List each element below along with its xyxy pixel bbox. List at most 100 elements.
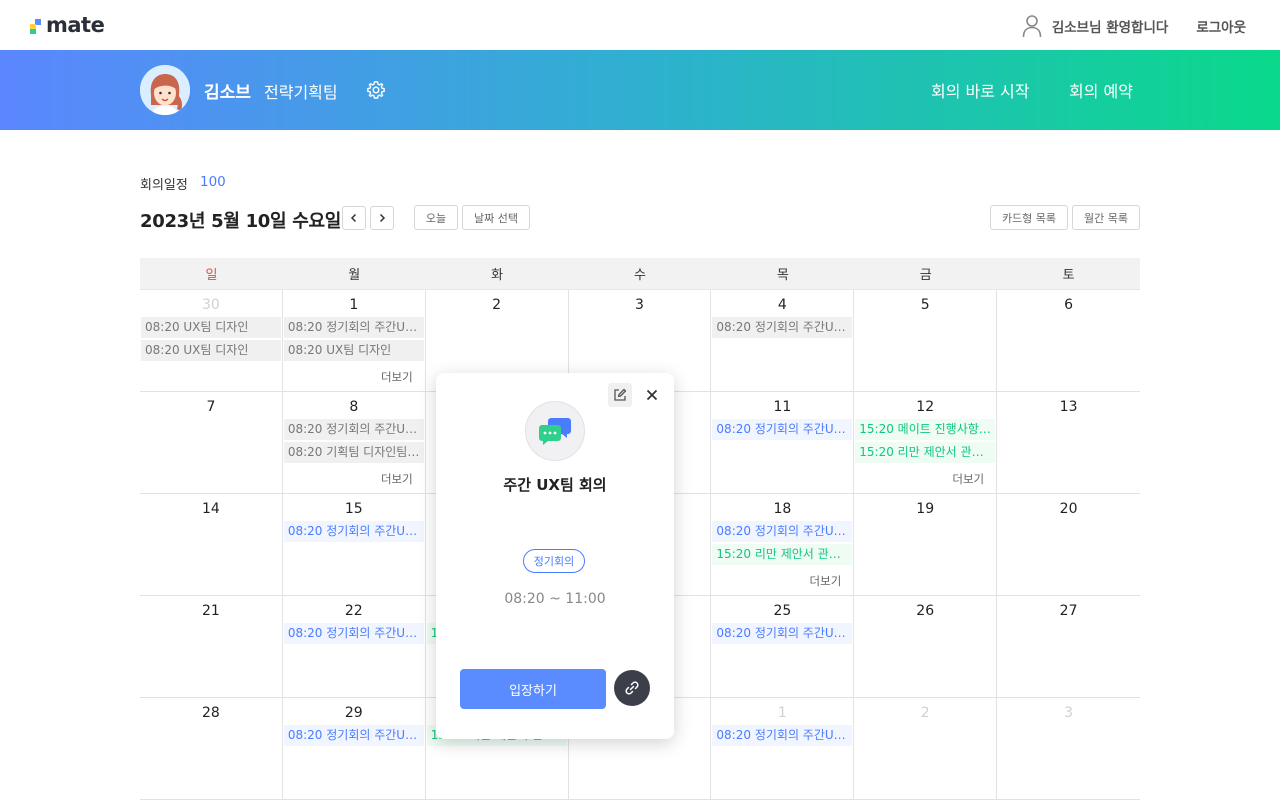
calendar-day-cell[interactable]: 14	[140, 494, 283, 596]
weekday-tue: 화	[491, 268, 504, 283]
pick-date-button[interactable]: 날짜 선택	[462, 205, 530, 230]
calendar-day-cell[interactable]: 4 08:20 정기회의 주간UX팀 회의	[711, 290, 855, 392]
day-number: 6	[1064, 297, 1074, 313]
calendar-event[interactable]: 08:20 정기회의 주간UX팀 회의	[283, 419, 424, 440]
calendar-day-cell[interactable]: 5	[854, 290, 998, 392]
calendar-event[interactable]: 15:20 리만 제안서 관련 회의	[712, 544, 853, 565]
calendar-day-cell[interactable]: 30 08:20 UX팀 디자인 08:20 UX팀 디자인	[140, 290, 283, 392]
card-list-button[interactable]: 카드형 목록	[990, 205, 1068, 230]
mate-logo[interactable]: mate	[30, 13, 105, 37]
calendar-day-cell[interactable]: 22 08:20 정기회의 주간UX팀 회의	[282, 596, 426, 698]
calendar-event[interactable]: 08:20 정기회의 주간UX팀 회의	[283, 317, 424, 338]
day-number: 1	[349, 297, 359, 313]
calendar-day-cell[interactable]: 28	[140, 698, 283, 800]
calendar-event[interactable]: 08:20 기획팀 디자인팀 회의	[283, 442, 424, 463]
calendar-day-cell[interactable]: 15 08:20 정기회의 주간UX팀 회의	[282, 494, 426, 596]
calendar-day-cell[interactable]: 1 08:20 정기회의 주간UX팀 회의	[711, 698, 855, 800]
enter-meeting-button[interactable]: 입장하기	[460, 669, 606, 709]
calendar-event[interactable]: 08:20 정기회의 주간UX팀 회의	[283, 725, 424, 746]
copy-link-button[interactable]	[614, 670, 650, 706]
weekday-wed: 수	[634, 268, 646, 283]
calendar-day-cell[interactable]: 3	[997, 698, 1140, 800]
calendar-event[interactable]: 08:20 UX팀 디자인	[283, 340, 424, 361]
day-number: 12	[916, 399, 935, 415]
profile-banner: 김소브 전략기획팀 회의 바로 시작 회의 예약	[0, 50, 1280, 130]
day-number: 20	[1059, 501, 1078, 517]
calendar-day-cell[interactable]: 29 08:20 정기회의 주간UX팀 회의	[282, 698, 426, 800]
close-icon	[646, 389, 658, 401]
calendar-day-cell[interactable]: 19	[854, 494, 998, 596]
today-button[interactable]: 오늘	[414, 205, 458, 230]
calendar-day-cell[interactable]: 25 08:20 정기회의 주간UX팀 회의	[711, 596, 855, 698]
user-name: 김소브	[204, 83, 251, 103]
meeting-popup: 주간 UX팀 회의 정기회의 08:20 ~ 11:00 입장하기	[436, 373, 674, 739]
calendar-day-cell[interactable]: 26	[854, 596, 998, 698]
user-icon	[1022, 15, 1042, 38]
calendar-day-cell[interactable]: 12 15:20 메이트 진행사항 공유 15:20 리만 제안서 관련 회의더보기	[854, 392, 998, 494]
weekday-mon: 월	[348, 268, 361, 283]
user-area: 김소브님 환영합니다 로그아웃	[1022, 13, 1246, 39]
prev-day-button[interactable]	[342, 206, 366, 230]
calendar-event[interactable]: 08:20 UX팀 디자인	[141, 340, 281, 361]
month-list-button[interactable]: 월간 목록	[1072, 205, 1140, 230]
day-number: 2	[492, 297, 502, 313]
calendar-day-cell[interactable]: 21	[140, 596, 283, 698]
day-number: 28	[202, 705, 220, 721]
calendar-day-cell[interactable]: 7	[140, 392, 283, 494]
close-button[interactable]	[642, 384, 662, 406]
reserve-meeting-link[interactable]: 회의 예약	[1069, 78, 1133, 102]
calendar-event[interactable]: 08:20 정기회의 주간UX팀 회의	[712, 317, 853, 338]
chevron-left-icon	[350, 213, 357, 223]
calendar-day-cell[interactable]: 13	[997, 392, 1140, 494]
day-number: 11	[773, 399, 792, 415]
meeting-time: 08:20 ~ 11:00	[504, 591, 606, 607]
day-number: 8	[349, 399, 359, 415]
edit-button[interactable]	[608, 383, 632, 407]
gear-icon[interactable]	[366, 80, 386, 100]
more-link[interactable]: 더보기	[810, 573, 842, 589]
calendar-day-cell[interactable]: 20	[997, 494, 1140, 596]
calendar-day-cell[interactable]: 2	[854, 698, 998, 800]
day-number: 26	[916, 603, 935, 619]
calendar-event[interactable]: 08:20 정기회의 주간UX팀 회의	[712, 521, 853, 542]
day-number: 22	[344, 603, 363, 619]
calendar-event[interactable]: 08:20 정기회의 주간UX팀 회의	[712, 419, 853, 440]
weekday-sat: 토	[1062, 268, 1075, 283]
calendar-event[interactable]: 15:20 메이트 진행사항 공유	[855, 419, 996, 440]
more-link[interactable]: 더보기	[381, 471, 413, 487]
team-name: 전략기획팀	[264, 83, 338, 102]
meeting-type-badge: 정기회의	[523, 549, 585, 573]
calendar-day-cell[interactable]: 6	[997, 290, 1140, 392]
day-number: 27	[1059, 603, 1078, 619]
calendar-event[interactable]: 08:20 정기회의 주간UX팀 회의	[283, 623, 424, 644]
more-link[interactable]: 더보기	[952, 471, 984, 487]
calendar-event[interactable]: 08:20 정기회의 주간UX팀 회의	[712, 725, 853, 746]
day-number: 21	[202, 603, 220, 619]
day-number: 18	[773, 501, 792, 517]
calendar-day-cell[interactable]: 27	[997, 596, 1140, 698]
day-number: 3	[1064, 705, 1074, 721]
start-meeting-link[interactable]: 회의 바로 시작	[931, 78, 1030, 102]
weekday-thu: 목	[776, 268, 789, 283]
day-number: 29	[344, 705, 363, 721]
calendar-event[interactable]: 08:20 정기회의 주간UX팀 회의	[283, 521, 424, 542]
day-number: 15	[344, 501, 363, 517]
calendar-event[interactable]: 15:20 리만 제안서 관련 회의	[855, 442, 996, 463]
more-link[interactable]: 더보기	[381, 369, 413, 385]
day-number: 4	[777, 297, 787, 313]
calendar-event[interactable]: 08:20 정기회의 주간UX팀 회의	[712, 623, 853, 644]
calendar-day-cell[interactable]: 8 08:20 정기회의 주간UX팀 회의08:20 기획팀 디자인팀 회의더보기	[282, 392, 426, 494]
day-number: 13	[1059, 399, 1078, 415]
calendar-day-cell[interactable]: 11 08:20 정기회의 주간UX팀 회의	[711, 392, 855, 494]
avatar	[140, 65, 190, 115]
next-day-button[interactable]	[370, 206, 394, 230]
day-number: 7	[206, 399, 216, 415]
calendar-event[interactable]: 08:20 UX팀 디자인	[141, 317, 281, 338]
logo-mark-icon	[30, 17, 42, 34]
day-number: 1	[777, 705, 787, 721]
logo-text: mate	[46, 13, 105, 37]
logout-button[interactable]: 로그아웃	[1196, 16, 1246, 36]
calendar-day-cell[interactable]: 18 08:20 정기회의 주간UX팀 회의15:20 리만 제안서 관련 회의더…	[711, 494, 855, 596]
calendar-day-cell[interactable]: 1 08:20 정기회의 주간UX팀 회의08:20 UX팀 디자인더보기	[282, 290, 426, 392]
date-title: 2023년 5월 10일 수요일	[140, 211, 342, 232]
